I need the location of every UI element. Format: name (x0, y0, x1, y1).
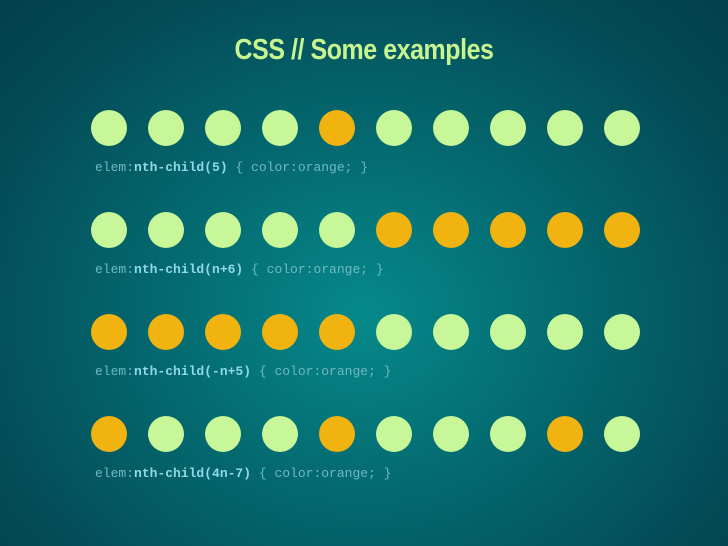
dot (148, 212, 184, 248)
dot (205, 110, 241, 146)
dot-highlighted (205, 314, 241, 350)
dot (91, 110, 127, 146)
dot-highlighted (604, 212, 640, 248)
dot (604, 416, 640, 452)
dot-highlighted (433, 212, 469, 248)
dot (148, 110, 184, 146)
dot-row (91, 212, 651, 248)
dot (433, 110, 469, 146)
dot (262, 416, 298, 452)
dot-row (91, 110, 651, 146)
dot (604, 110, 640, 146)
dot-highlighted (91, 314, 127, 350)
code-rule: { color:orange; } (227, 160, 369, 175)
dot (262, 110, 298, 146)
dot (604, 314, 640, 350)
dot (433, 416, 469, 452)
dot (433, 314, 469, 350)
code-line: elem:nth-child(4n-7) { color:orange; } (95, 466, 391, 481)
dot (91, 212, 127, 248)
code-prefix: elem: (95, 160, 135, 175)
dot (490, 416, 526, 452)
dot (547, 314, 583, 350)
code-prefix: elem: (95, 466, 135, 481)
dot (490, 314, 526, 350)
dot (148, 416, 184, 452)
code-selector: nth-child(5) (134, 160, 228, 175)
dot (319, 212, 355, 248)
code-prefix: elem: (95, 262, 135, 277)
dot-highlighted (547, 416, 583, 452)
code-selector: nth-child(n+6) (134, 262, 244, 277)
dot-highlighted (376, 212, 412, 248)
dot-highlighted (262, 314, 298, 350)
code-line: elem:nth-child(-n+5) { color:orange; } (95, 364, 391, 379)
dot-highlighted (91, 416, 127, 452)
code-selector: nth-child(-n+5) (134, 364, 252, 379)
slide-title: CSS // Some examples (234, 34, 494, 66)
slide: CSS // Some examples elem:nth-child(5) {… (0, 0, 728, 546)
dot (376, 416, 412, 452)
dot (205, 212, 241, 248)
dot-highlighted (490, 212, 526, 248)
dot (376, 314, 412, 350)
code-rule: { color:orange; } (251, 466, 392, 481)
dot-row (91, 416, 651, 452)
code-rule: { color:orange; } (251, 364, 392, 379)
dot (262, 212, 298, 248)
dot-highlighted (319, 314, 355, 350)
dot (490, 110, 526, 146)
dot-highlighted (148, 314, 184, 350)
dot-highlighted (547, 212, 583, 248)
code-rule: { color:orange; } (243, 262, 384, 277)
dot (205, 416, 241, 452)
code-line: elem:nth-child(5) { color:orange; } (95, 160, 368, 175)
dot-highlighted (319, 416, 355, 452)
code-line: elem:nth-child(n+6) { color:orange; } (95, 262, 384, 277)
code-prefix: elem: (95, 364, 135, 379)
dot (547, 110, 583, 146)
dot-highlighted (319, 110, 355, 146)
code-selector: nth-child(4n-7) (134, 466, 252, 481)
dot (376, 110, 412, 146)
dot-row (91, 314, 651, 350)
